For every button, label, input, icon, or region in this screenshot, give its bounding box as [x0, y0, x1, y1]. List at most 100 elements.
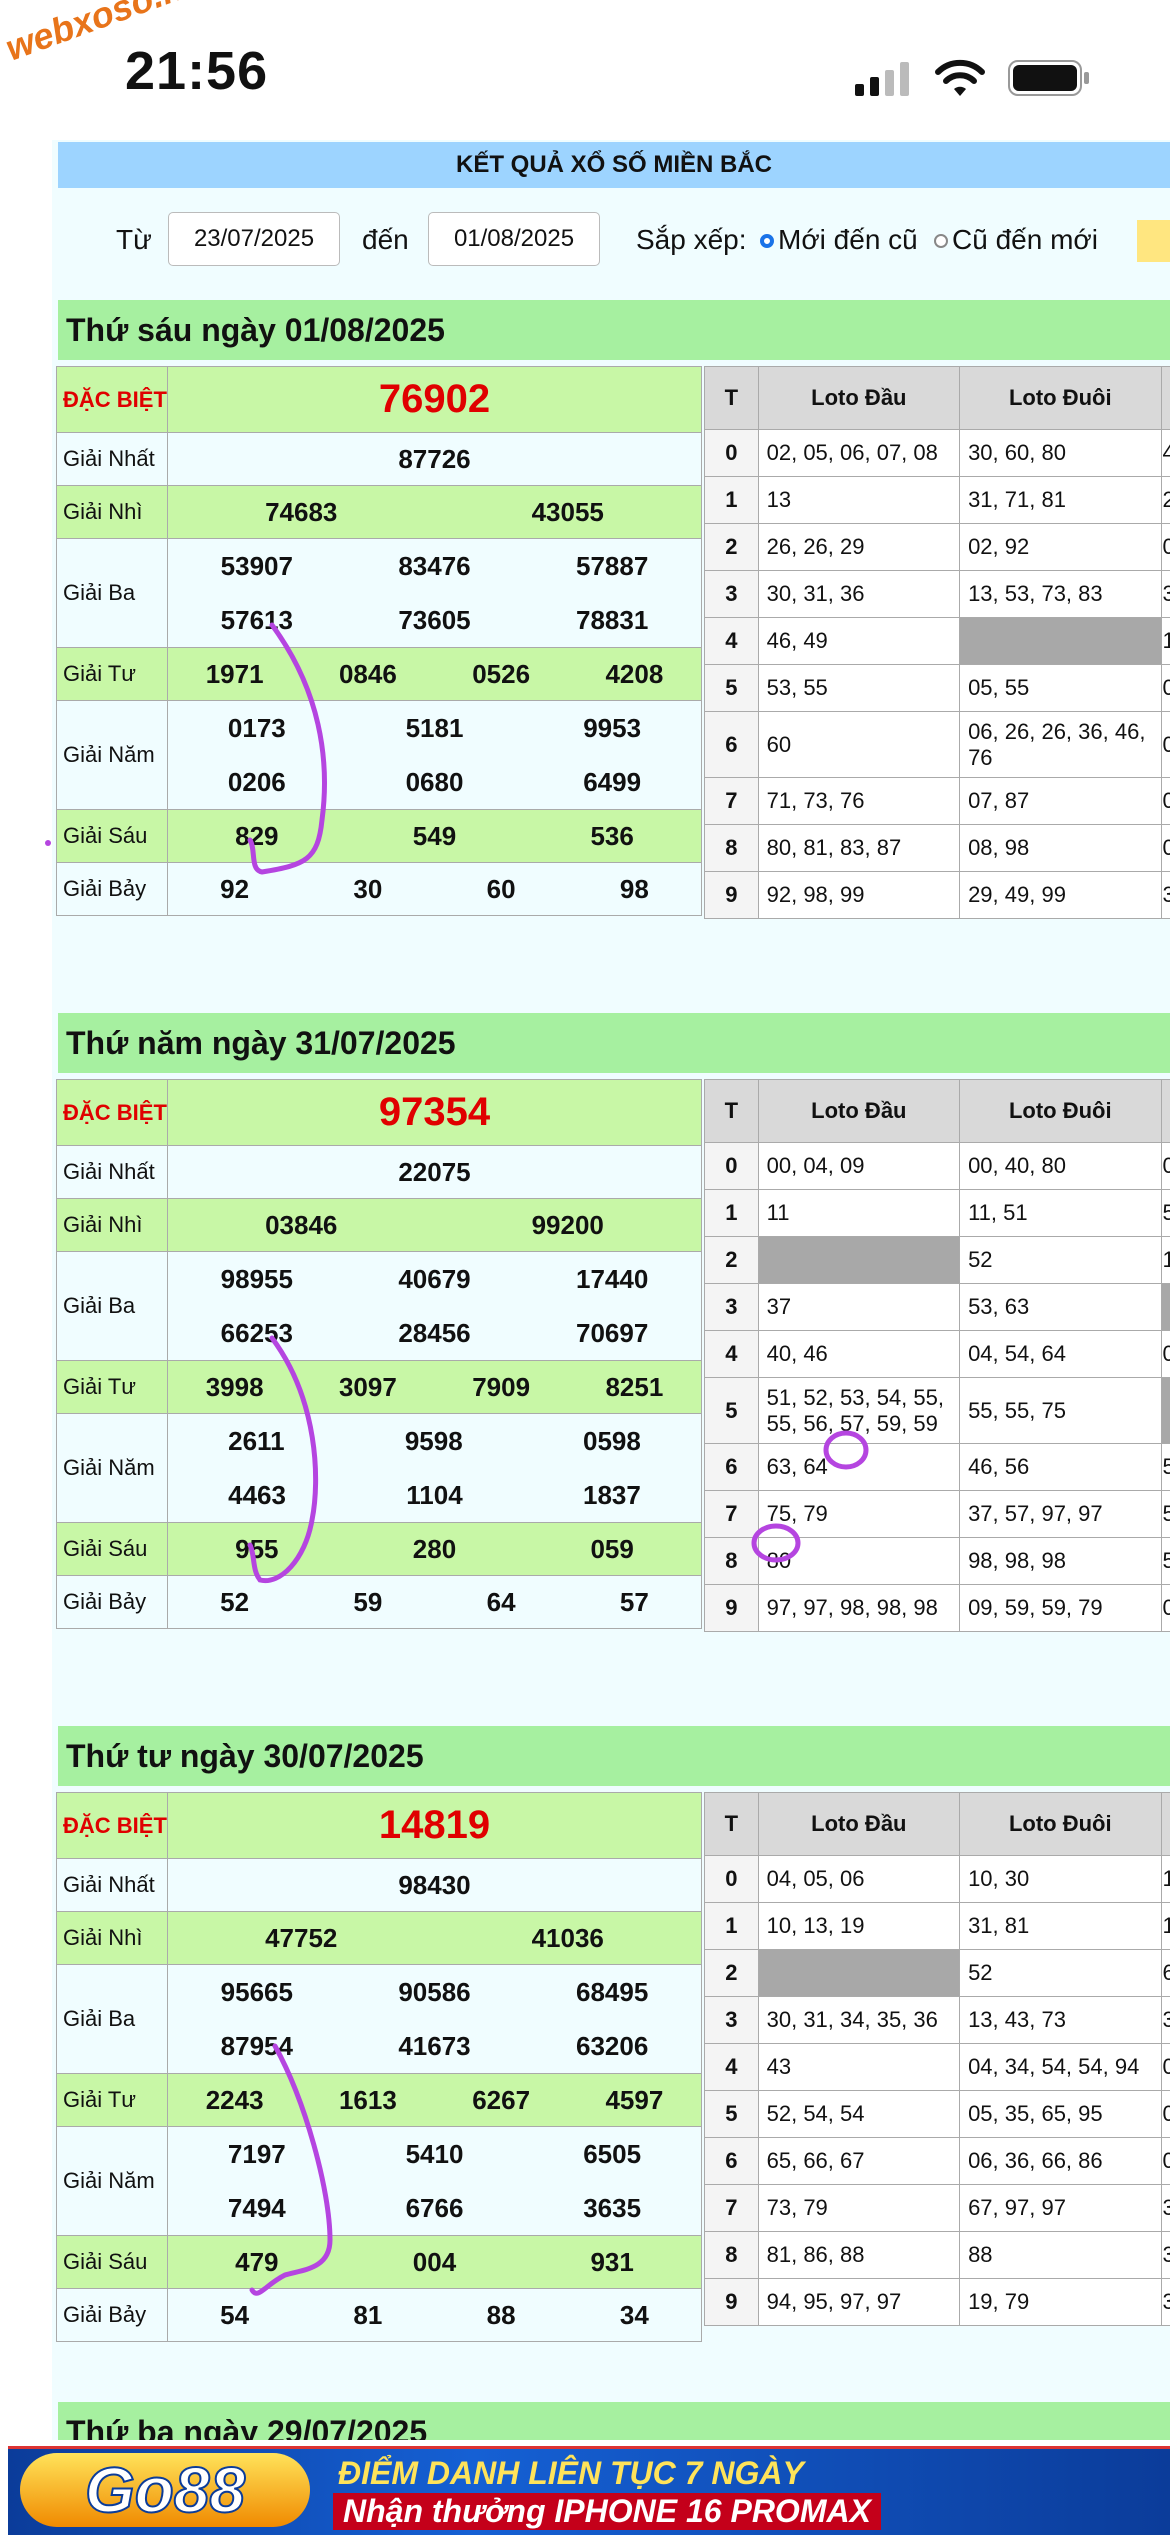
table-row: 9 92, 98, 99 29, 49, 99 36 — [705, 872, 1170, 919]
sort-oldest-radio[interactable] — [934, 234, 948, 248]
sort-newest-radio[interactable] — [760, 234, 774, 248]
fourth-prize-label: Giải Tư — [57, 1361, 168, 1414]
loto-digit: 2 — [705, 1237, 759, 1284]
col-head-dau: Loto Đầu — [758, 1080, 959, 1143]
loto-duoi-cell: 04, 54, 64 — [960, 1331, 1161, 1378]
second-prize-label: Giải Nhì — [57, 1199, 168, 1252]
loto-digit: 5 — [705, 665, 759, 712]
table-row: 6 63, 64 46, 56 57 — [705, 1444, 1170, 1491]
special-prize-label: ĐẶC BIỆT — [57, 1080, 168, 1146]
loto-dau-cell: 13 — [758, 477, 959, 524]
loto-duoi-cell: 30, 60, 80 — [960, 430, 1161, 477]
loto-extra-cell: 53 — [1161, 1538, 1170, 1585]
prize-number: 6499 — [583, 767, 641, 798]
prize-number: 549 — [413, 821, 456, 852]
loto-duoi-cell: 52 — [960, 1950, 1161, 1997]
sixth-prize-label: Giải Sáu — [57, 810, 168, 863]
loto-dau-cell: 37 — [758, 1284, 959, 1331]
table-row: 9 94, 95, 97, 97 19, 79 36 — [705, 2279, 1170, 2326]
table-row: 9 97, 97, 98, 98, 98 09, 59, 59, 79 09 — [705, 1585, 1170, 1632]
loto-dau-cell: 00, 04, 09 — [758, 1143, 959, 1190]
to-date-input[interactable]: 01/08/2025 — [428, 212, 600, 266]
from-label: Từ — [116, 224, 152, 256]
table-row: 0 02, 05, 06, 07, 08 30, 60, 80 40 — [705, 430, 1170, 477]
prize-number: 536 — [590, 821, 633, 852]
table-row: 4 46, 49 13 — [705, 618, 1170, 665]
prize-table: ĐẶC BIỆT 14819 Giải Nhất 98430 Giải Nhì4… — [56, 1792, 702, 2342]
loto-duoi-cell: 07, 87 — [960, 778, 1161, 825]
loto-dau-cell: 97, 97, 98, 98, 98 — [758, 1585, 959, 1632]
loto-digit: 2 — [705, 1950, 759, 1997]
first-prize-label: Giải Nhất — [57, 433, 168, 486]
loto-digit: 1 — [705, 477, 759, 524]
status-bar: webxoso.net 21:56 — [0, 0, 1170, 140]
loto-digit: 1 — [705, 1903, 759, 1950]
prize-number: 1613 — [339, 2085, 397, 2116]
loto-duoi-cell: 88 — [960, 2232, 1161, 2279]
date-filter-bar: Từ 23/07/2025 đến 01/08/2025 Sắp xếp: Mớ… — [52, 210, 1170, 270]
loto-digit: 3 — [705, 571, 759, 618]
day-title: Thứ năm ngày 31/07/2025 — [58, 1013, 1170, 1073]
prize-number: 4463 — [228, 1480, 286, 1511]
loto-dau-cell: 46, 49 — [758, 618, 959, 665]
loto-digit: 8 — [705, 1538, 759, 1585]
prize-number: 52 — [220, 1587, 249, 1618]
prize-table: ĐẶC BIỆT 97354 Giải Nhất 22075 Giải Nhì0… — [56, 1079, 702, 1629]
loto-dau-cell: 04, 05, 06 — [758, 1856, 959, 1903]
prize-number: 57613 — [221, 605, 293, 636]
prize-number: 87726 — [398, 444, 470, 475]
loto-extra-cell: 19 — [1161, 1856, 1170, 1903]
first-prize-label: Giải Nhất — [57, 1146, 168, 1199]
loto-table: T Loto Đầu Loto Đuôi 0 00, 04, 09 00, 40… — [704, 1079, 1170, 1632]
col-head-t: T — [705, 1080, 759, 1143]
prize-number: 47752 — [265, 1923, 337, 1954]
prize-number: 03846 — [265, 1210, 337, 1241]
table-row: 0 04, 05, 06 10, 30 19 — [705, 1856, 1170, 1903]
prize-number: 0526 — [472, 659, 530, 690]
prize-number: 5181 — [406, 713, 464, 744]
loto-dau-cell: 75, 79 — [758, 1491, 959, 1538]
special-prize-number: 97354 — [168, 1080, 702, 1146]
prize-number: 2611 — [228, 1426, 284, 1457]
loto-dau-cell: 53, 55 — [758, 665, 959, 712]
fifth-prize-label: Giải Năm — [57, 2127, 168, 2236]
loto-dau-cell: 71, 73, 76 — [758, 778, 959, 825]
prize-number: 1837 — [583, 1480, 641, 1511]
loto-extra-cell: 07 — [1161, 778, 1170, 825]
prize-number: 0598 — [583, 1426, 641, 1457]
loto-dau-cell: 10, 13, 19 — [758, 1903, 959, 1950]
prize-number: 1104 — [406, 1480, 462, 1511]
prize-number: 059 — [590, 1534, 633, 1565]
third-prize-label: Giải Ba — [57, 1252, 168, 1361]
from-date-input[interactable]: 23/07/2025 — [168, 212, 340, 266]
sort-oldest-label[interactable]: Cũ đến mới — [952, 224, 1098, 256]
loto-duoi-cell: 37, 57, 97, 97 — [960, 1491, 1161, 1538]
prize-number: 66253 — [221, 1318, 293, 1349]
loto-duoi-cell: 05, 55 — [960, 665, 1161, 712]
table-row: 5 52, 54, 54 05, 35, 65, 95 05 — [705, 2091, 1170, 2138]
loto-dau-cell: 26, 26, 29 — [758, 524, 959, 571]
prize-number: 6267 — [472, 2085, 530, 2116]
loto-dau-cell: 80 — [758, 1538, 959, 1585]
loto-digit: 6 — [705, 1444, 759, 1491]
table-row: 1 11 11, 51 56 — [705, 1190, 1170, 1237]
view-button[interactable] — [1137, 220, 1170, 262]
loto-digit: 1 — [705, 1190, 759, 1237]
loto-extra-cell: 00 — [1161, 1143, 1170, 1190]
table-row: 3 37 53, 63 — [705, 1284, 1170, 1331]
loto-digit: 5 — [705, 2091, 759, 2138]
seventh-prize-label: Giải Bảy — [57, 863, 168, 916]
loto-duoi-cell: 19, 79 — [960, 2279, 1161, 2326]
loto-duoi-cell: 09, 59, 59, 79 — [960, 1585, 1161, 1632]
loto-digit: 0 — [705, 1143, 759, 1190]
prize-number: 98430 — [398, 1870, 470, 1901]
loto-duoi-cell: 04, 34, 54, 54, 94 — [960, 2044, 1161, 2091]
prize-number: 41673 — [398, 2031, 470, 2062]
prize-number: 17440 — [576, 1264, 648, 1295]
sort-newest-label[interactable]: Mới đến cũ — [778, 224, 918, 256]
prize-number: 4597 — [605, 2085, 663, 2116]
prize-number: 479 — [235, 2247, 278, 2278]
loto-duoi-cell: 67, 97, 97 — [960, 2185, 1161, 2232]
prize-number: 83476 — [398, 551, 470, 582]
ad-banner[interactable]: Go88 ĐIỂM DANH LIÊN TỤC 7 NGÀY Nhận thưở… — [8, 2446, 1170, 2535]
